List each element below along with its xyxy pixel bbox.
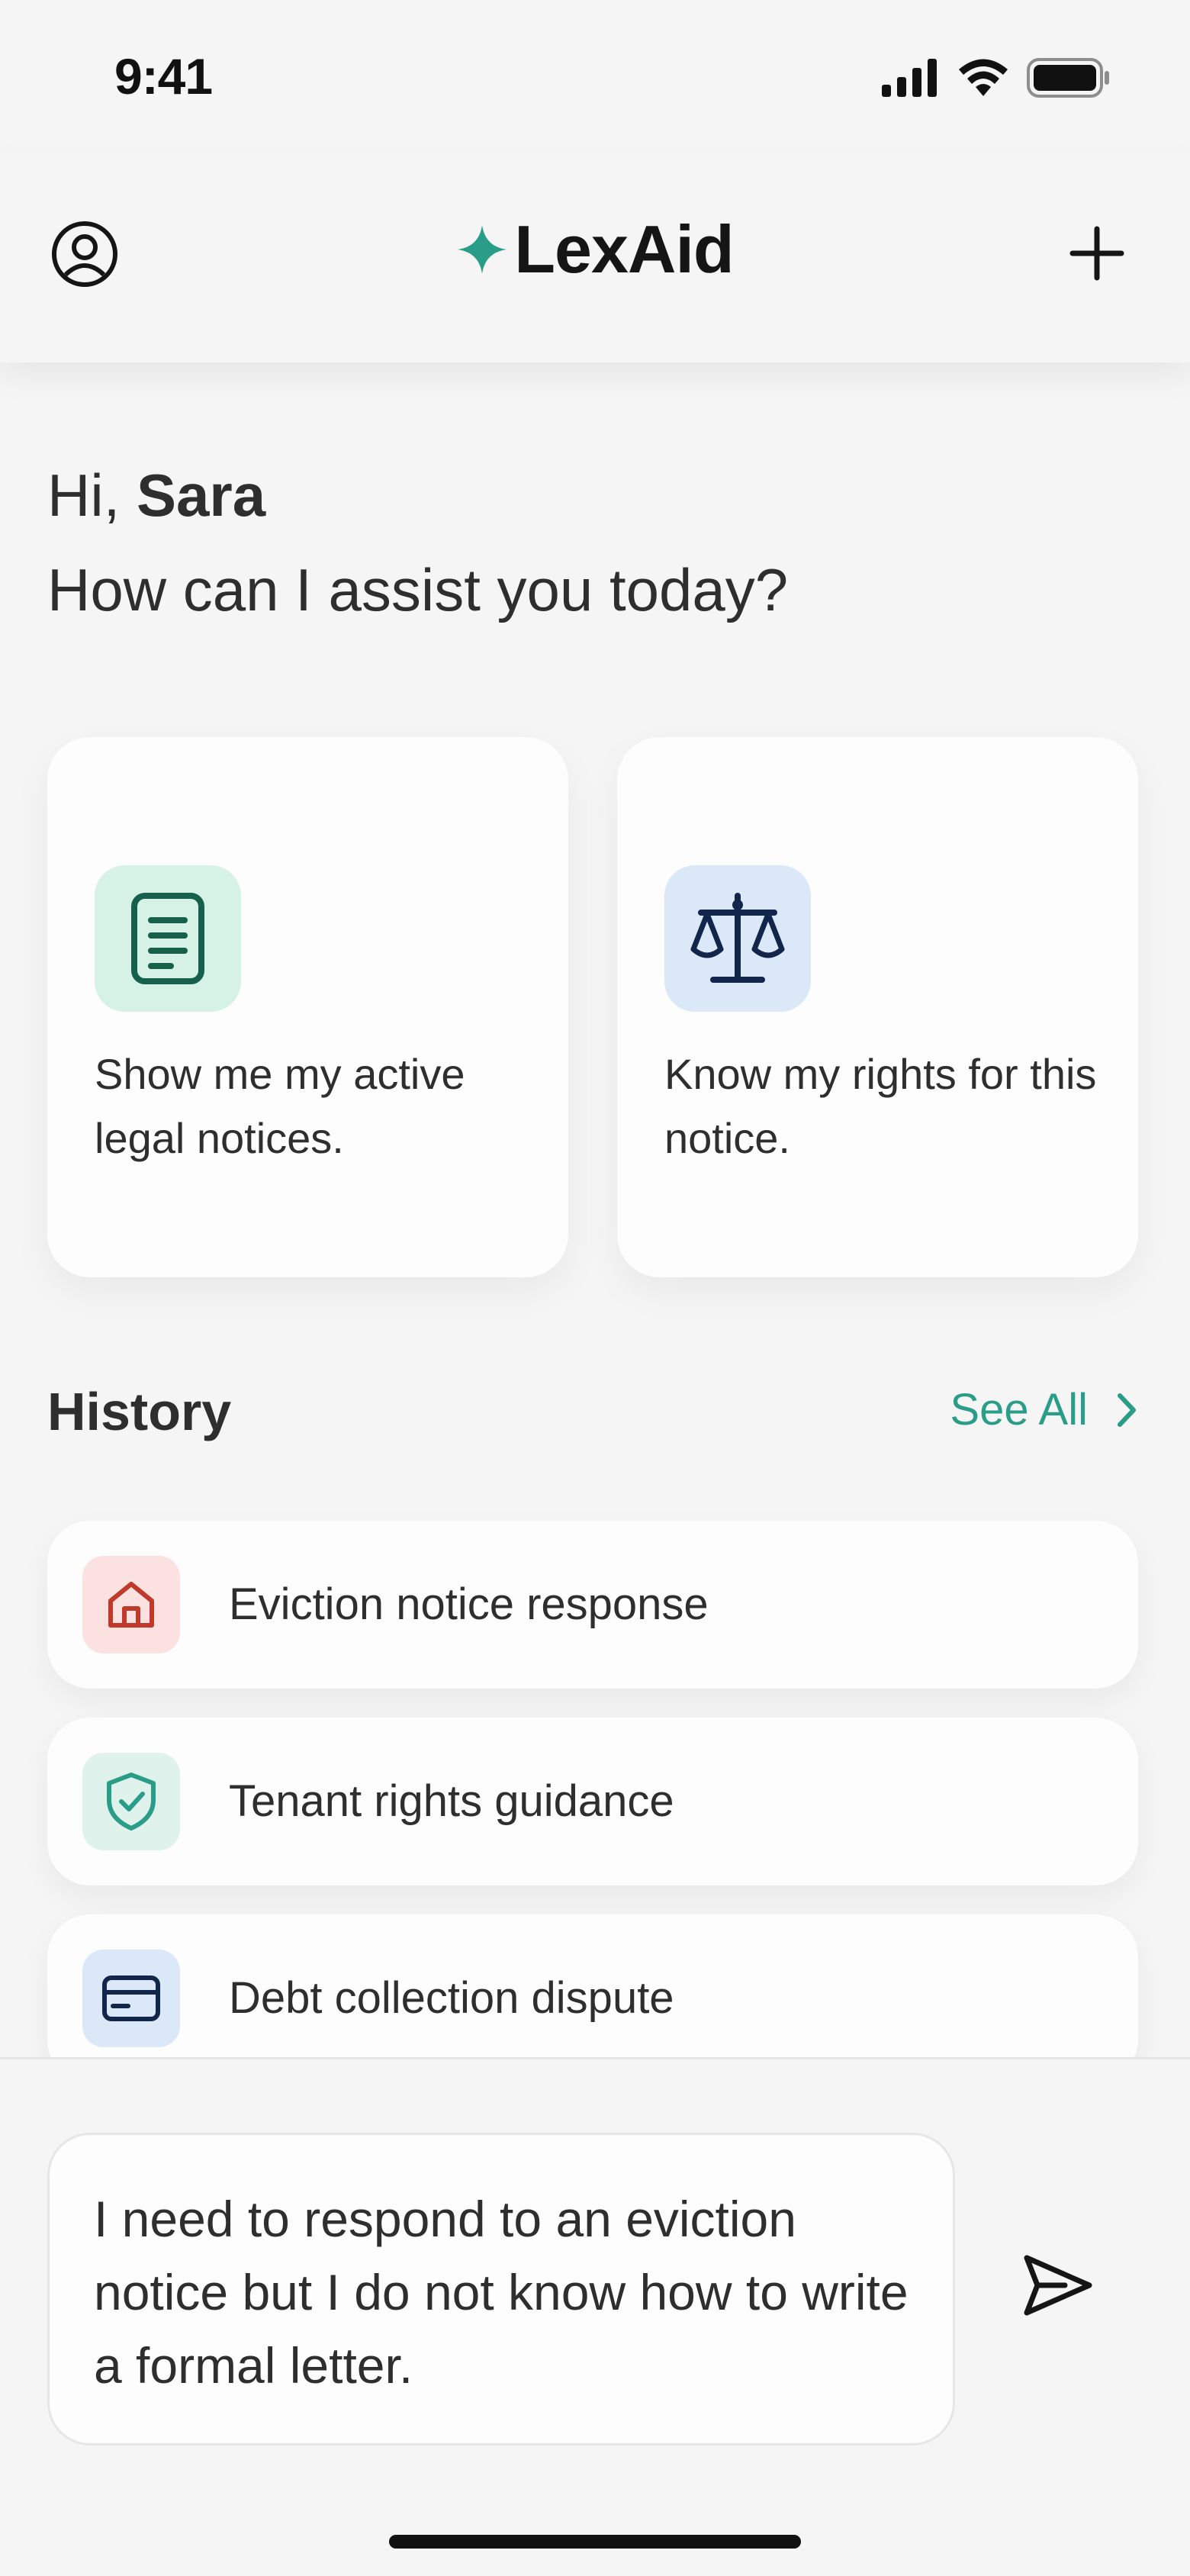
card-label: Show me my active legal notices.	[95, 1050, 465, 1162]
send-button[interactable]	[1019, 2247, 1095, 2323]
house-icon	[108, 1582, 154, 1628]
message-input[interactable]: I need to respond to an eviction notice …	[47, 2133, 955, 2446]
greeting-hello: Hi, Sara	[47, 465, 788, 525]
greeting: Hi, Sara How can I assist you today?	[47, 465, 788, 620]
history-item-eviction[interactable]: Eviction notice response	[47, 1521, 1138, 1689]
brand-logo: LexAid	[0, 211, 1190, 288]
see-all-link[interactable]: See All	[950, 1384, 1138, 1435]
wifi-icon	[959, 59, 1008, 96]
credit-card-icon	[102, 1975, 160, 2021]
card-icon-container	[664, 865, 811, 1012]
history-icon-container	[82, 1753, 180, 1850]
suggestion-card-know-rights[interactable]: Know my rights for this notice.	[617, 737, 1138, 1277]
history-item-tenant-rights[interactable]: Tenant rights guidance	[47, 1718, 1138, 1885]
user-name: Sara	[137, 462, 266, 529]
history-item-label: Debt collection dispute	[229, 1973, 674, 2023]
history-item-label: Eviction notice response	[229, 1579, 709, 1629]
message-composer: I need to respond to an eviction notice …	[0, 2057, 1190, 2576]
home-indicator	[389, 2535, 801, 2549]
app-header: LexAid	[0, 153, 1190, 362]
status-bar: 9:41	[0, 0, 1190, 153]
history-item-label: Tenant rights guidance	[229, 1776, 674, 1826]
history-list: Eviction notice response Tenant rights g…	[47, 1521, 1138, 2111]
brand-name: LexAid	[514, 211, 734, 287]
suggestion-card-active-notices[interactable]: Show me my active legal notices.	[47, 737, 568, 1277]
scales-icon	[690, 893, 785, 983]
sparkle-icon	[458, 225, 507, 274]
see-all-label: See All	[950, 1385, 1088, 1435]
card-icon-container	[95, 865, 241, 1012]
document-icon	[131, 893, 204, 984]
history-icon-container	[82, 1950, 180, 2047]
history-title: History	[47, 1382, 232, 1441]
shield-check-icon	[107, 1773, 156, 1831]
send-icon	[1024, 2255, 1092, 2316]
history-header: History See All	[47, 1373, 1138, 1450]
chevron-right-icon	[1118, 1393, 1136, 1427]
card-label: Know my rights for this notice.	[664, 1050, 1097, 1162]
plus-icon	[1069, 226, 1124, 281]
greeting-question: How can I assist you today?	[47, 556, 789, 623]
suggestion-cards: Show me my active legal notices. Know my…	[47, 737, 1138, 1277]
greeting-prefix: Hi,	[47, 462, 137, 529]
battery-icon	[1027, 58, 1109, 98]
history-icon-container	[82, 1556, 180, 1653]
new-chat-button[interactable]	[1066, 223, 1127, 284]
status-icons	[882, 58, 1111, 98]
status-time: 9:41	[114, 48, 213, 105]
signal-icon	[882, 59, 937, 97]
